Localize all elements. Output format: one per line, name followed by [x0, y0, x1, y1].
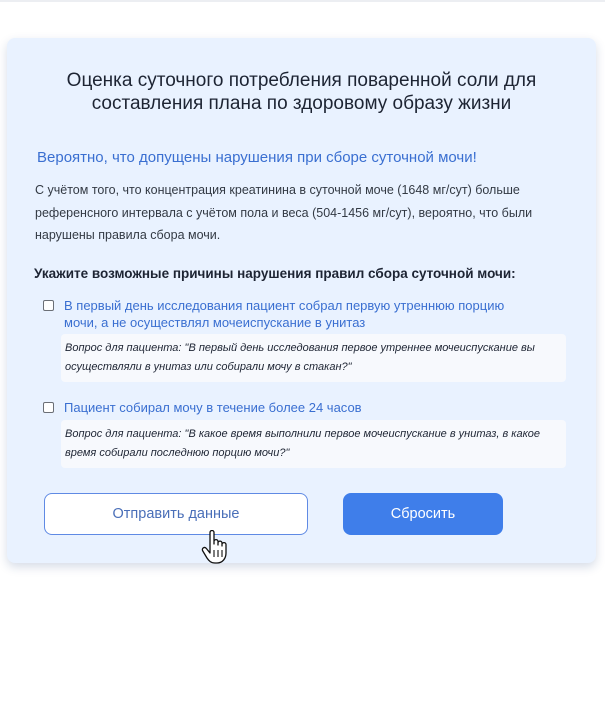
- page-title: Оценка суточного потребления поваренной …: [66, 70, 537, 114]
- explanation-text: С учётом того, что концентрация креатини…: [35, 183, 533, 242]
- reason-checkbox-1[interactable]: [43, 300, 54, 311]
- salt-assessment-card: Оценка суточного потребления поваренной …: [7, 38, 596, 563]
- reason-checkbox-2[interactable]: [43, 402, 54, 413]
- reason-label-1[interactable]: В первый день исследования пациент собра…: [64, 297, 534, 331]
- patient-question-hint-2: Вопрос для пациента: "В какое время выпо…: [61, 420, 566, 468]
- reset-button[interactable]: Сбросить: [343, 493, 503, 535]
- warning-message: Вероятно, что допущены нарушения при сбо…: [37, 149, 477, 166]
- top-divider: [0, 0, 605, 2]
- patient-question-hint-1: Вопрос для пациента: "В первый день иссл…: [61, 334, 566, 382]
- submit-button[interactable]: Отправить данные: [44, 493, 308, 535]
- reason-label-2[interactable]: Пациент собирал мочу в течение более 24 …: [64, 399, 534, 416]
- question-heading: Укажите возможные причины нарушения прав…: [34, 266, 516, 281]
